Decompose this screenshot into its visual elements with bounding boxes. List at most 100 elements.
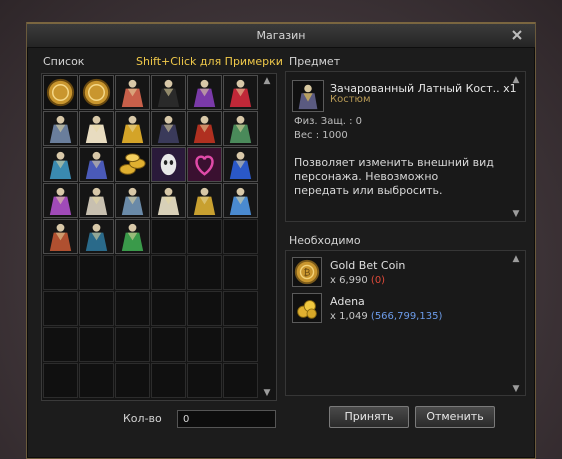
grid-item-slot[interactable] [151,111,186,146]
empty-grid-slot[interactable] [223,327,258,362]
gold-coin-icon [80,76,113,109]
costume-icon [224,184,257,217]
costume-icon [224,112,257,145]
costume-icon [152,76,185,109]
item-defense: Физ. Защ. : 0 [294,116,363,127]
empty-grid-slot[interactable] [223,363,258,398]
empty-grid-slot[interactable] [187,219,222,254]
costume-icon [44,184,77,217]
window-title: Магазин [256,29,306,42]
grid-item-slot[interactable] [43,183,78,218]
grid-item-slot[interactable] [79,147,114,182]
grid-item-slot[interactable] [79,111,114,146]
empty-grid-slot[interactable] [79,327,114,362]
grid-item-slot[interactable] [187,75,222,110]
empty-grid-slot[interactable] [151,291,186,326]
empty-grid-slot[interactable] [151,255,186,290]
required-item-qty-1: x 6,990 (0) [330,275,386,286]
grid-scroll-up-icon[interactable]: ▲ [262,77,272,86]
empty-grid-slot[interactable] [79,255,114,290]
required-item-name-2: Adena [330,295,365,308]
grid-item-slot[interactable] [187,183,222,218]
costume-icon [44,112,77,145]
empty-grid-slot[interactable] [79,291,114,326]
grid-item-slot[interactable] [187,111,222,146]
grid-item-slot[interactable] [79,219,114,254]
item-label: Предмет [289,55,341,68]
gold-bet-coin-icon: ₿ [292,257,322,287]
empty-grid-slot[interactable] [43,255,78,290]
item-weight: Вес : 1000 [294,130,348,141]
empty-grid-slot[interactable] [187,291,222,326]
list-label: Список [43,55,85,68]
empty-grid-slot[interactable] [187,327,222,362]
empty-grid-slot[interactable] [223,255,258,290]
grid-item-slot[interactable] [43,111,78,146]
grid-item-slot[interactable] [43,219,78,254]
grid-scroll-down-icon[interactable]: ▼ [262,389,272,398]
grid-item-slot[interactable] [43,75,78,110]
required-panel: ₿ Gold Bet Coin x 6,990 (0) Adena x 1,04… [285,250,526,396]
required-item-qty-2: x 1,049 (566,799,135) [330,311,443,322]
grid-item-slot[interactable] [43,147,78,182]
costume-icon [152,112,185,145]
empty-grid-slot[interactable] [115,327,150,362]
costume-icon [188,184,221,217]
required-scroll-up-icon[interactable]: ▲ [511,255,521,264]
grid-item-slot[interactable] [223,147,258,182]
close-icon[interactable] [509,27,525,43]
empty-grid-slot[interactable] [43,363,78,398]
empty-grid-slot[interactable] [223,291,258,326]
grid-item-slot[interactable] [115,111,150,146]
accept-button[interactable]: Принять [329,406,409,428]
empty-grid-slot[interactable] [151,327,186,362]
grid-item-slot[interactable] [223,111,258,146]
quantity-input[interactable] [177,410,276,428]
empty-grid-slot[interactable] [115,363,150,398]
empty-grid-slot[interactable] [43,327,78,362]
costume-icon [224,148,257,181]
costume-icon [44,148,77,181]
adena-icon [292,293,322,323]
grid-item-slot[interactable] [115,183,150,218]
grid-item-slot[interactable] [151,75,186,110]
selected-item-icon [292,80,324,112]
grid-item-slot[interactable] [115,219,150,254]
grid-item-slot[interactable] [115,147,150,182]
gold-coin-icon [44,76,77,109]
mask-icon [152,148,185,181]
grid-item-slot[interactable] [79,75,114,110]
heart-icon [188,148,221,181]
empty-grid-slot[interactable] [115,255,150,290]
costume-icon [80,148,113,181]
grid-item-slot[interactable] [115,75,150,110]
empty-grid-slot[interactable] [115,291,150,326]
grid-item-slot[interactable] [223,183,258,218]
info-scroll-up-icon[interactable]: ▲ [511,76,521,85]
grid-item-slot[interactable] [79,183,114,218]
empty-grid-slot[interactable] [79,363,114,398]
try-on-hint: Shift+Click для Примерки [136,55,283,68]
costume-icon [116,76,149,109]
grid-item-slot[interactable] [151,183,186,218]
shop-window: Магазин Список Shift+Click для Примерки … [26,22,536,459]
costume-icon [116,220,149,253]
costume-icon [116,184,149,217]
required-scroll-down-icon[interactable]: ▼ [511,385,521,394]
costume-icon [188,76,221,109]
svg-text:₿: ₿ [304,268,311,279]
grid-item-slot[interactable] [151,147,186,182]
item-type: Костюм [330,94,371,105]
empty-grid-slot[interactable] [151,219,186,254]
empty-grid-slot[interactable] [187,363,222,398]
grid-item-slot[interactable] [223,75,258,110]
costume-icon [80,184,113,217]
empty-grid-slot[interactable] [187,255,222,290]
empty-grid-slot[interactable] [43,291,78,326]
title-bar[interactable]: Магазин [27,22,535,48]
empty-grid-slot[interactable] [151,363,186,398]
empty-grid-slot[interactable] [223,219,258,254]
grid-item-slot[interactable] [187,147,222,182]
info-scroll-down-icon[interactable]: ▼ [511,210,521,219]
cancel-button[interactable]: Отменить [415,406,495,428]
